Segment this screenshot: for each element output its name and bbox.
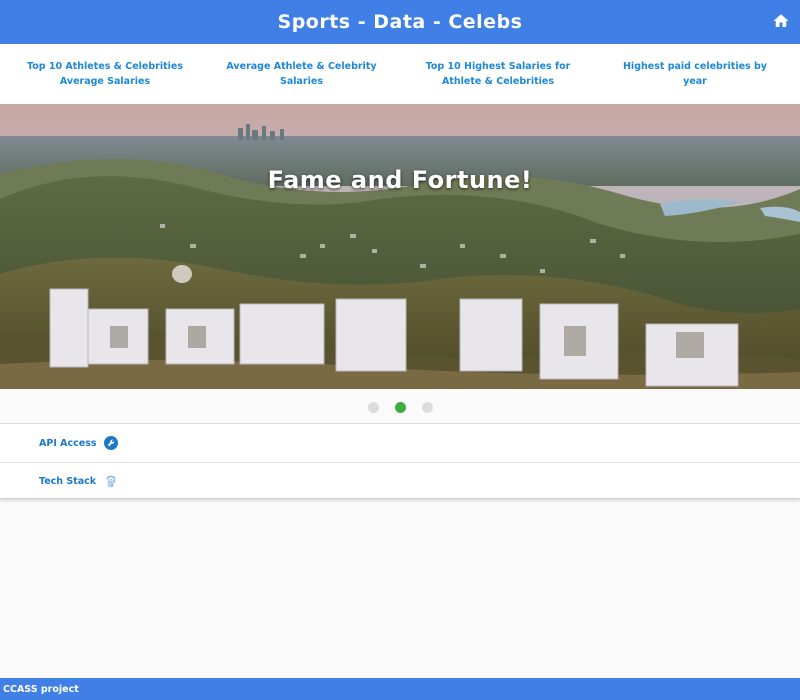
carousel-dot-3[interactable] bbox=[421, 402, 433, 413]
nav-link-top10-average[interactable]: Top 10 Athletes & Celebrities Average Sa… bbox=[14, 59, 196, 89]
app-title: Sports - Data - Celebs bbox=[277, 11, 523, 33]
carousel-slide: Fame and Fortune! bbox=[0, 104, 800, 389]
nav-link-highest-paid-by-year[interactable]: Highest paid celebrities by year bbox=[615, 59, 775, 89]
tech-stack-label: Tech Stack bbox=[39, 476, 97, 487]
footer-text: CCASS project bbox=[3, 683, 79, 695]
nav-bar: Top 10 Athletes & Celebrities Average Sa… bbox=[0, 44, 800, 104]
app-footer: CCASS project bbox=[0, 678, 800, 700]
nav-link-average-salaries[interactable]: Average Athlete & Celebrity Salaries bbox=[214, 59, 389, 89]
app-header: Sports - Data - Celebs bbox=[0, 0, 800, 44]
api-access-row[interactable]: API Access bbox=[0, 424, 800, 462]
carousel-indicators bbox=[0, 402, 800, 414]
api-access-label: API Access bbox=[39, 437, 97, 449]
carousel-dot-2[interactable] bbox=[394, 402, 406, 413]
tech-stack-row[interactable]: Tech Stack bbox=[0, 462, 800, 500]
nav-link-top10-highest[interactable]: Top 10 Highest Salaries for Athlete & Ce… bbox=[410, 59, 586, 89]
carousel-dot-1[interactable] bbox=[367, 402, 379, 413]
fingerprint-icon bbox=[106, 475, 116, 487]
links-panel: API Access Tech Stack bbox=[0, 423, 800, 499]
home-icon[interactable] bbox=[772, 12, 790, 30]
carousel-caption: Fame and Fortune! bbox=[267, 166, 533, 194]
hollywood-sign-photo bbox=[0, 104, 800, 389]
wrench-icon bbox=[104, 436, 118, 450]
